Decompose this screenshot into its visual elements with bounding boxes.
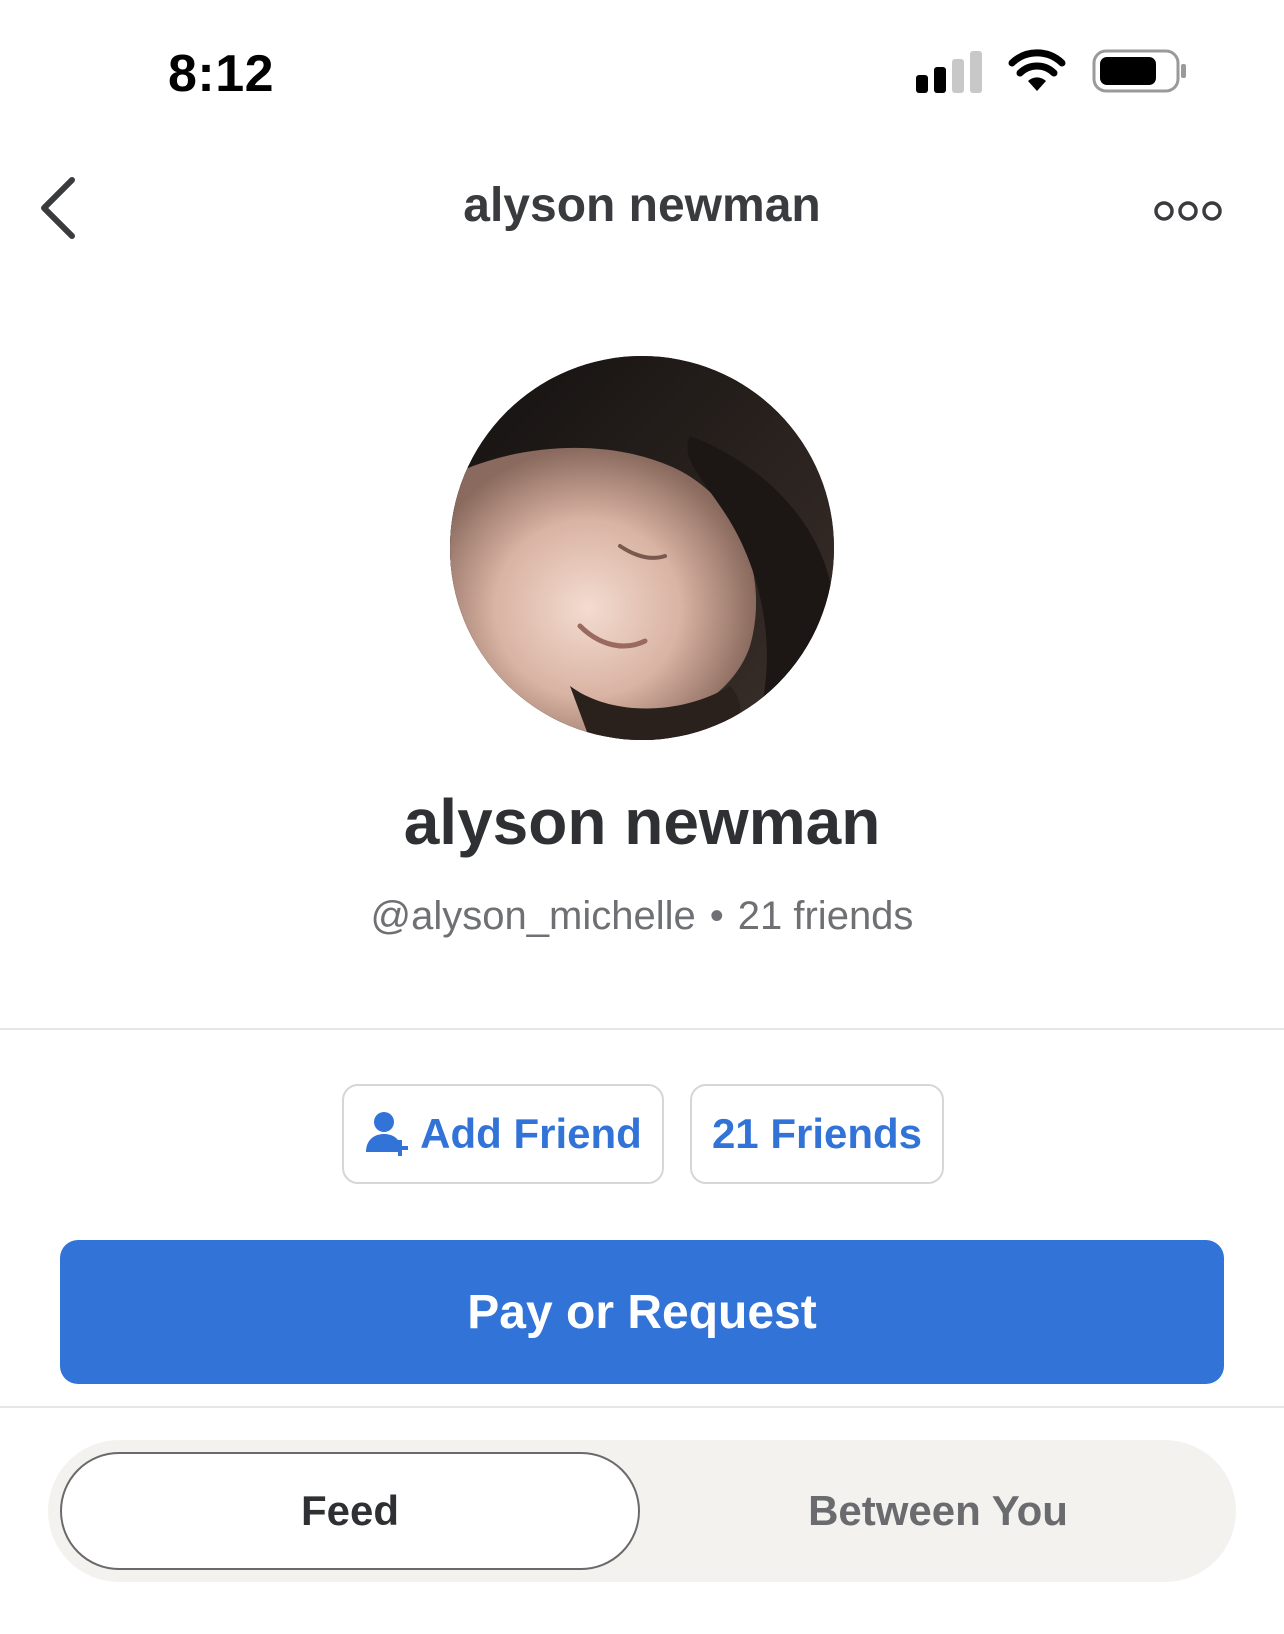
more-options-button[interactable] <box>1148 186 1228 236</box>
status-icons <box>916 48 1188 94</box>
feed-tabs: Feed Between You <box>48 1440 1236 1582</box>
status-time: 8:12 <box>168 45 275 103</box>
nav-title: alyson newman <box>463 179 821 232</box>
pay-or-request-button[interactable]: Pay or Request <box>60 1240 1224 1384</box>
cellular-signal-icon <box>916 49 982 93</box>
add-friend-label: Add Friend <box>420 1110 642 1157</box>
divider <box>0 1028 1284 1030</box>
nav-bar: alyson newman <box>0 150 1284 270</box>
profile-avatar[interactable] <box>450 356 834 740</box>
user-plus-icon <box>364 1110 412 1158</box>
profile-friends-count[interactable]: 21 friends <box>738 894 914 938</box>
status-bar: 8:12 <box>0 0 1284 150</box>
divider <box>0 1406 1284 1408</box>
battery-icon <box>1092 48 1188 94</box>
profile-username: @alyson_michelle <box>370 894 696 938</box>
add-friend-button[interactable]: Add Friend <box>342 1084 664 1184</box>
profile-meta: @alyson_michelle • 21 friends <box>0 894 1284 939</box>
friends-list-button[interactable]: 21 Friends <box>690 1084 944 1184</box>
tab-feed[interactable]: Feed <box>60 1452 640 1570</box>
tab-between-you[interactable]: Between You <box>652 1452 1224 1570</box>
meta-separator: • <box>709 894 724 938</box>
wifi-icon <box>1008 49 1066 93</box>
more-dots-icon <box>1154 201 1222 221</box>
profile-name: alyson newman <box>403 786 881 858</box>
